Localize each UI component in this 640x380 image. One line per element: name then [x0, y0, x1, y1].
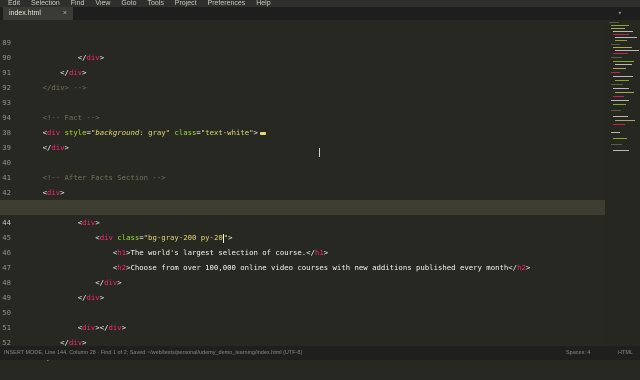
code-line: 39	[0, 125, 605, 152]
menu-find[interactable]: Find	[71, 0, 85, 7]
minimap-line	[611, 25, 629, 26]
minimap-line	[611, 44, 620, 45]
code-line: 50 <div></div>	[0, 290, 605, 332]
syntax-setting[interactable]: HTML	[618, 346, 633, 360]
code-line: 40 <!-- After Facts Section -->	[0, 140, 605, 182]
minimap-line	[611, 28, 625, 29]
code-line: 48 </div>	[0, 260, 605, 302]
indentation-setting[interactable]: Spaces: 4	[566, 346, 590, 360]
minimap-line	[613, 104, 626, 105]
menu-view[interactable]: View	[95, 0, 110, 7]
code-line-current: 44 <div class="bg-gray-200 py-20">	[0, 200, 605, 243]
menu-edit[interactable]: Edit	[8, 0, 20, 7]
minimap-line	[611, 84, 623, 85]
code-line: 46 <h2>Choose from over 100,000 online v…	[0, 230, 605, 272]
minimap-line	[615, 92, 634, 93]
minimap-line	[611, 132, 620, 133]
code-line: 89 </div>	[0, 20, 605, 62]
minimap-line	[615, 80, 629, 81]
minimap-line	[613, 34, 629, 35]
minimap-line	[611, 100, 629, 101]
status-text: INSERT MODE, Line 144, Column 28 · Find …	[4, 350, 303, 356]
menu-tools[interactable]: Tools	[147, 0, 163, 7]
code-line: 49	[0, 275, 605, 302]
minimap-line	[613, 68, 626, 69]
menu-goto[interactable]: Goto	[121, 0, 136, 7]
code-line: 51 </div>	[0, 305, 605, 347]
code-line: 94 <div style="background: gray" class="…	[0, 95, 605, 137]
mouse-ibeam-cursor-icon	[319, 148, 320, 157]
tab-list-chevron-down-icon[interactable]: ▾	[618, 9, 622, 17]
minimap-line	[611, 72, 620, 73]
code-line: 47 </div>	[0, 245, 605, 287]
code-line: 92	[0, 65, 605, 92]
minimap-line	[613, 47, 632, 48]
menu-selection[interactable]: Selection	[31, 0, 60, 7]
close-icon[interactable]: ×	[63, 7, 67, 20]
minimap-line	[613, 53, 628, 54]
menu-help[interactable]: Help	[256, 0, 270, 7]
tab-label: index.html	[9, 10, 41, 17]
minimap-line	[613, 116, 628, 117]
minimap-line	[613, 96, 624, 97]
code-line: 41 <div>	[0, 155, 605, 197]
tab-index-html[interactable]: index.html ×	[3, 7, 73, 20]
code-line: 38 </div>	[0, 110, 605, 152]
minimap-line	[613, 61, 634, 62]
minimap-line	[609, 22, 619, 23]
minimap-line	[611, 144, 622, 145]
minimap-line	[613, 31, 633, 32]
code-line: 45 <h1>The world's largest selection of …	[0, 215, 605, 257]
menu-bar: Edit Selection Find View Goto Tools Proj…	[0, 0, 640, 7]
minimap-line	[615, 40, 627, 41]
code-editor[interactable]: 89 </div> 90 </div> 91 </div> --> 92 93 …	[0, 20, 605, 362]
menu-project[interactable]: Project	[175, 0, 197, 7]
minimap[interactable]	[605, 20, 640, 346]
minimap-line	[613, 138, 627, 139]
menu-preferences[interactable]: Preferences	[208, 0, 246, 7]
minimap-line	[613, 150, 629, 151]
minimap-line	[613, 88, 629, 89]
code-line: 93 <!-- Fact -->	[0, 80, 605, 122]
code-line: 90 </div>	[0, 35, 605, 77]
minimap-line	[613, 124, 625, 125]
minimap-line	[615, 37, 637, 38]
minimap-line	[615, 50, 639, 51]
code-line: 43 <div>	[0, 185, 605, 227]
minimap-line	[611, 57, 622, 58]
code-line: 91 </div> -->	[0, 50, 605, 92]
status-bar: INSERT MODE, Line 144, Column 28 · Find …	[0, 346, 640, 360]
code-line: 52 </div>	[0, 320, 605, 362]
minimap-line	[613, 76, 633, 77]
minimap-line	[615, 64, 632, 65]
minimap-line	[611, 110, 621, 111]
code-line: 42 <div>	[0, 170, 605, 212]
tab-bar: index.html × ▾	[0, 7, 640, 20]
minimap-line	[615, 120, 635, 121]
